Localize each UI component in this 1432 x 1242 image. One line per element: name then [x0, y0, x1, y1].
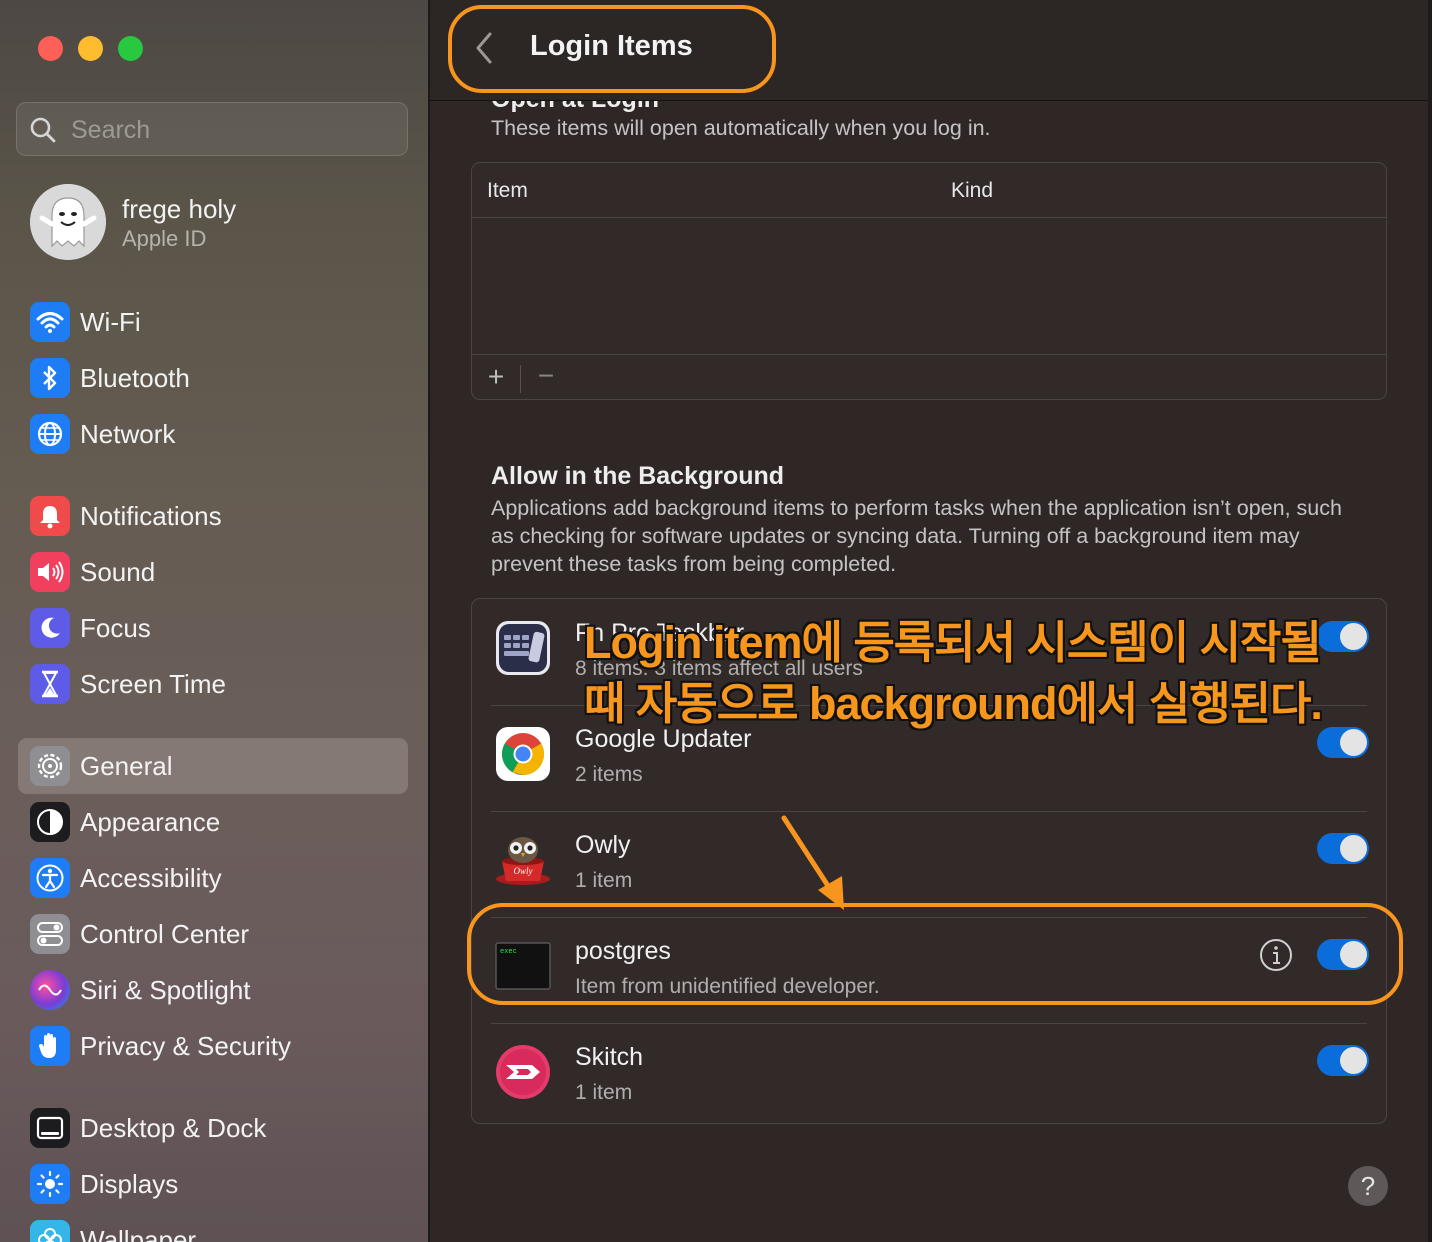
sidebar-item-label: Network — [80, 419, 176, 449]
sidebar-item-focus[interactable]: Focus — [18, 600, 408, 656]
sidebar-item-label: Notifications — [80, 501, 222, 531]
accessibility-icon — [30, 858, 70, 898]
speaker-icon — [30, 552, 70, 592]
column-header-kind[interactable]: Kind — [951, 179, 993, 203]
sidebar-item-desktop-dock[interactable]: Desktop & Dock — [18, 1100, 408, 1156]
svg-text:Owly: Owly — [514, 866, 533, 876]
sidebar-item-bluetooth[interactable]: Bluetooth — [18, 350, 408, 406]
bell-icon — [30, 496, 70, 536]
bluetooth-icon — [30, 358, 70, 398]
search-input[interactable]: Search — [16, 102, 408, 156]
sidebar-item-label: Control Center — [80, 919, 250, 949]
user-name: frege holy — [122, 194, 237, 224]
hourglass-icon — [30, 664, 70, 704]
toolbar-separator — [520, 365, 521, 393]
minimize-window-button[interactable] — [78, 36, 103, 61]
sidebar-item-label: Wallpaper — [80, 1225, 197, 1242]
sidebar-item-network[interactable]: Network — [18, 406, 408, 462]
row-divider — [491, 1023, 1367, 1024]
chrome-icon — [496, 727, 550, 781]
annotation-postgres-highlight — [467, 903, 1403, 1005]
sidebar-item-label: Siri & Spotlight — [80, 975, 251, 1005]
item-detail: 1 item — [575, 869, 633, 892]
sidebar-item-wifi[interactable]: Wi-Fi — [18, 294, 408, 350]
owly-icon: Owly — [496, 837, 550, 885]
dock-icon — [30, 1108, 70, 1148]
help-button[interactable]: ? — [1348, 1166, 1388, 1206]
sidebar-item-siri-spotlight[interactable]: Siri & Spotlight — [18, 962, 408, 1018]
skitch-icon — [496, 1045, 550, 1099]
annotation-text: Login item에 등록되서 시스템이 시작될때 자동으로 backgrou… — [584, 617, 1323, 729]
open-at-login-heading: Open at Login — [491, 101, 791, 113]
sidebar-item-notifications[interactable]: Notifications — [18, 488, 408, 544]
sidebar-item-label: General — [80, 751, 173, 781]
flower-icon — [30, 1220, 70, 1242]
header-divider — [472, 217, 1386, 218]
user-subtitle: Apple ID — [122, 226, 207, 251]
item-name: Skitch — [575, 1043, 644, 1071]
item-detail: 2 items — [575, 763, 643, 786]
moon-icon — [30, 608, 70, 648]
zoom-window-button[interactable] — [118, 36, 143, 61]
search-icon — [30, 117, 56, 143]
sidebar-item-label: Focus — [80, 613, 151, 643]
siri-icon — [30, 970, 70, 1010]
wifi-icon — [30, 302, 70, 342]
toolbar: Login Items — [430, 0, 1428, 101]
search-placeholder: Search — [71, 116, 151, 144]
annotation-arrow-icon — [781, 815, 844, 910]
open-at-login-description: These items will open automatically when… — [491, 116, 991, 140]
keyboard-app-icon — [496, 621, 550, 675]
column-header-item[interactable]: Item — [487, 179, 528, 203]
sidebar: Search frege holy Apple ID Wi-Fi Bluetoo… — [0, 0, 428, 1242]
sidebar-item-label: Privacy & Security — [80, 1031, 291, 1061]
gear-icon — [30, 746, 70, 786]
item-name: Owly — [575, 831, 631, 859]
sidebar-item-label: Bluetooth — [80, 363, 190, 393]
sidebar-item-accessibility[interactable]: Accessibility — [18, 850, 408, 906]
allow-background-heading: Allow in the Background — [491, 462, 785, 490]
login-items-table: Item Kind + − — [471, 162, 1387, 400]
sidebar-item-general[interactable]: General — [18, 738, 408, 794]
sidebar-item-screen-time[interactable]: Screen Time — [18, 656, 408, 712]
sidebar-item-label: Accessibility — [80, 863, 222, 893]
sidebar-item-control-center[interactable]: Control Center — [18, 906, 408, 962]
item-detail: 1 item — [575, 1081, 633, 1104]
list-item: Owly Owly 1 item — [472, 811, 1386, 917]
appearance-icon — [30, 802, 70, 842]
close-window-button[interactable] — [38, 36, 63, 61]
sidebar-item-sound[interactable]: Sound — [18, 544, 408, 600]
owly-toggle[interactable] — [1317, 833, 1369, 864]
sidebar-item-displays[interactable]: Displays — [18, 1156, 408, 1212]
allow-background-description: Applications add background items to per… — [491, 496, 1342, 576]
sidebar-item-label: Wi-Fi — [80, 307, 141, 337]
row-divider — [491, 811, 1367, 812]
sidebar-item-label: Displays — [80, 1169, 179, 1199]
remove-login-item-button[interactable]: − — [534, 360, 558, 392]
annotation-title-highlight — [448, 5, 776, 93]
list-item: Skitch 1 item — [472, 1023, 1386, 1129]
ghost-avatar-icon — [30, 184, 106, 260]
hand-icon — [30, 1026, 70, 1066]
skitch-toggle[interactable] — [1317, 1045, 1369, 1076]
toggles-icon — [30, 914, 70, 954]
sidebar-item-label: Screen Time — [80, 669, 226, 699]
sidebar-item-privacy-security[interactable]: Privacy & Security — [18, 1018, 408, 1074]
sidebar-item-wallpaper[interactable]: Wallpaper — [18, 1212, 408, 1242]
sidebar-item-label: Desktop & Dock — [80, 1113, 267, 1143]
toolbar-divider — [472, 354, 1386, 355]
sidebar-item-label: Sound — [80, 557, 156, 587]
sun-icon — [30, 1164, 70, 1204]
sidebar-item-appearance[interactable]: Appearance — [18, 794, 408, 850]
add-login-item-button[interactable]: + — [484, 361, 508, 393]
sidebar-item-label: Appearance — [80, 807, 221, 837]
globe-icon — [30, 414, 70, 454]
